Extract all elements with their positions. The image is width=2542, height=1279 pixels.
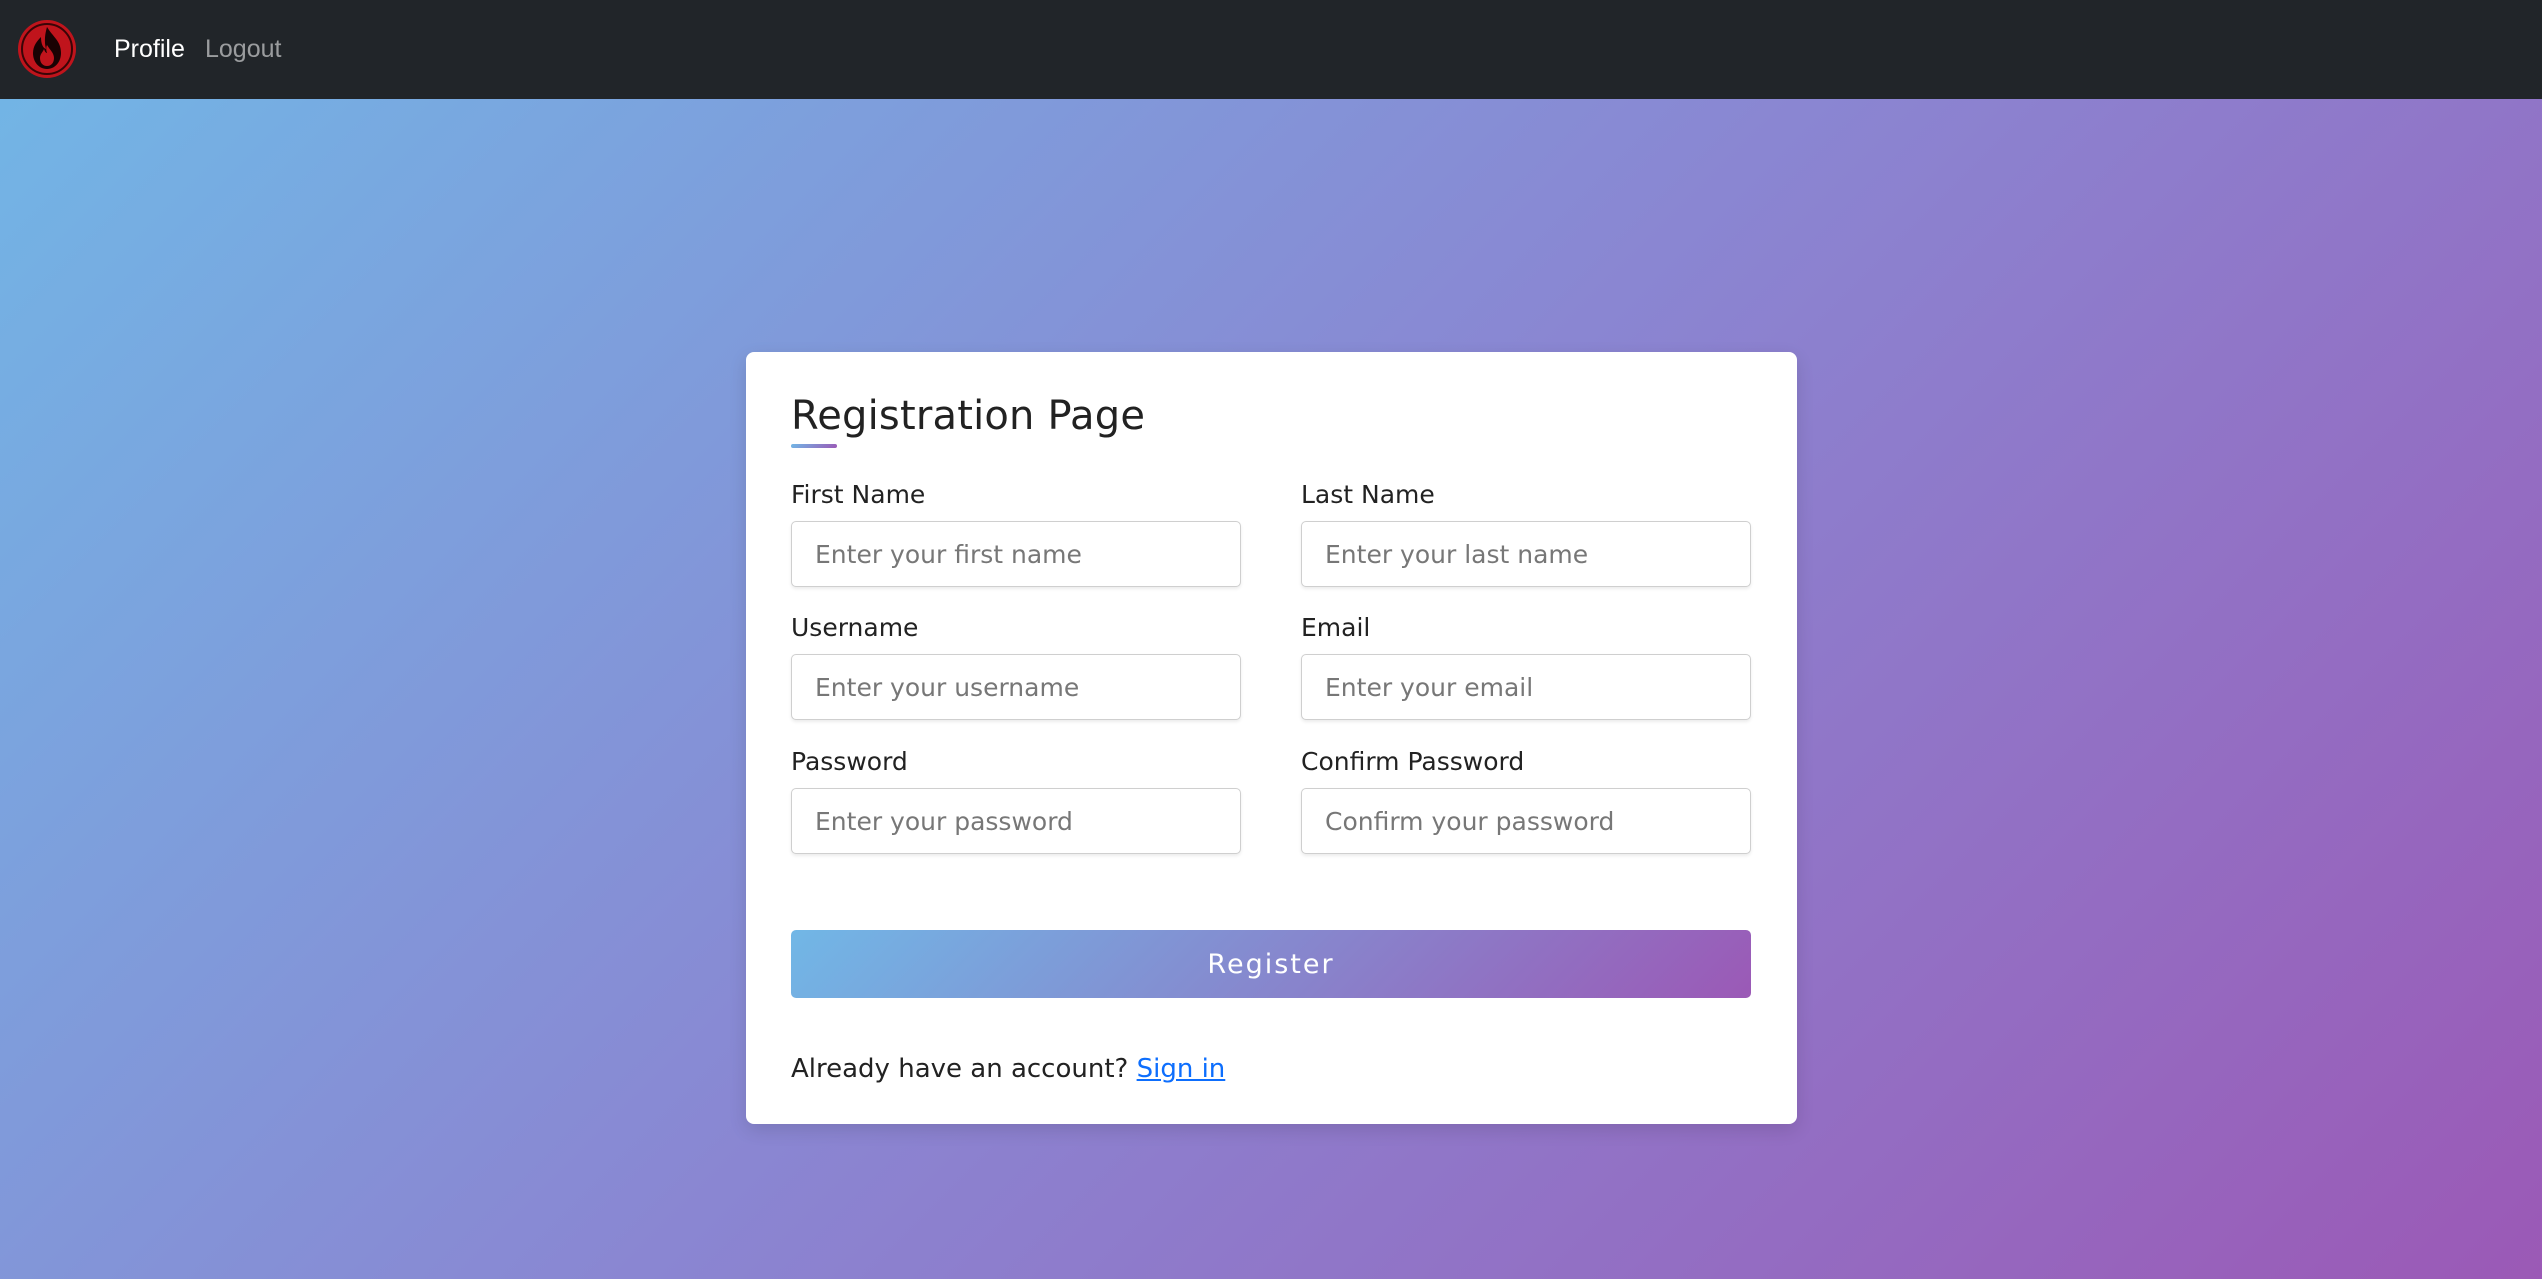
password-input[interactable] <box>791 788 1241 854</box>
nav-link-logout[interactable]: Logout <box>205 34 281 64</box>
confirm-password-input[interactable] <box>1301 788 1751 854</box>
first-name-label: First Name <box>791 480 926 509</box>
password-label: Password <box>791 747 908 776</box>
fire-nation-emblem-icon[interactable] <box>17 19 77 79</box>
title-underline <box>791 444 837 448</box>
password-group: Password <box>791 747 1241 854</box>
confirm-password-group: Confirm Password <box>1301 747 1751 854</box>
email-input[interactable] <box>1301 654 1751 720</box>
registration-card: Registration Page First Name Last Name U… <box>746 352 1797 1124</box>
first-name-group: First Name <box>791 480 1241 587</box>
signin-link[interactable]: Sign in <box>1137 1054 1226 1084</box>
top-navbar: Profile Logout <box>0 0 2542 99</box>
register-button[interactable]: Register <box>791 930 1751 998</box>
username-input[interactable] <box>791 654 1241 720</box>
last-name-input[interactable] <box>1301 521 1751 587</box>
username-group: Username <box>791 613 1241 720</box>
signin-row: Already have an account? Sign in <box>791 1052 1225 1086</box>
email-label: Email <box>1301 613 1371 642</box>
first-name-input[interactable] <box>791 521 1241 587</box>
last-name-group: Last Name <box>1301 480 1751 587</box>
confirm-password-label: Confirm Password <box>1301 747 1525 776</box>
page-title: Registration Page <box>791 393 1146 439</box>
email-group: Email <box>1301 613 1751 720</box>
username-label: Username <box>791 613 919 642</box>
nav-link-profile[interactable]: Profile <box>114 34 185 64</box>
signin-prompt: Already have an account? <box>791 1054 1129 1084</box>
last-name-label: Last Name <box>1301 480 1435 509</box>
